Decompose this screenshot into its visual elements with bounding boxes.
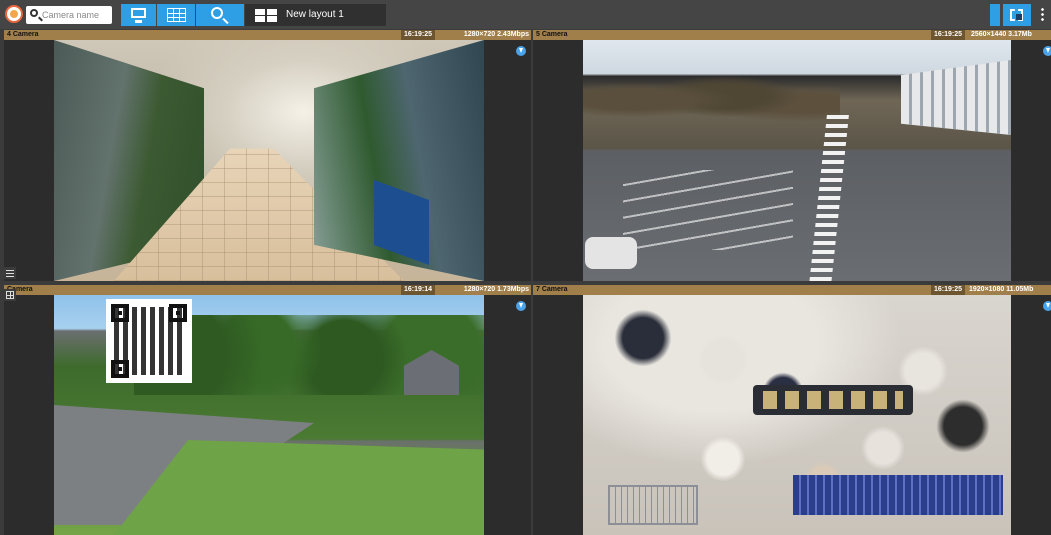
camera-tile-header: 5 Camera 16:19:25 2560×1440 3.17Mb bbox=[533, 30, 1051, 40]
camera-tile[interactable]: Camera 16:19:14 1280×720 1.73Mbps bbox=[4, 285, 531, 535]
qr-code-overlay bbox=[106, 299, 192, 383]
qr-finder bbox=[111, 304, 129, 322]
camera-video-feed[interactable] bbox=[54, 40, 484, 281]
video-content bbox=[583, 65, 840, 135]
search-archive-button[interactable] bbox=[196, 4, 244, 26]
zoom-search-icon bbox=[211, 7, 223, 19]
layout-tab-label: New layout 1 bbox=[286, 9, 344, 20]
camera-grid-button[interactable] bbox=[157, 4, 195, 26]
camera-time: 16:19:25 bbox=[400, 30, 435, 40]
camera-time: 16:19:25 bbox=[930, 30, 965, 40]
qr-finder bbox=[111, 360, 129, 378]
fullscreen-icon bbox=[1010, 9, 1023, 21]
camera-tile[interactable]: 7 Camera 16:19:25 1920×1080 11.05Mb bbox=[533, 285, 1051, 535]
camera-tile[interactable]: 4 Camera 16:19:25 1280×720 2.43Mbps bbox=[4, 30, 531, 281]
video-content bbox=[585, 237, 637, 269]
camera-search-input[interactable] bbox=[42, 7, 108, 22]
panel-toggle-button[interactable] bbox=[990, 4, 1000, 26]
app-logo-icon[interactable] bbox=[5, 5, 23, 23]
camera-stats: 2560×1440 3.17Mb bbox=[971, 31, 1032, 38]
camera-tile-header: Camera 16:19:14 1280×720 1.73Mbps bbox=[4, 285, 531, 295]
camera-video-feed[interactable] bbox=[54, 295, 484, 535]
fullscreen-button[interactable] bbox=[1003, 4, 1031, 26]
video-content bbox=[793, 475, 1003, 515]
camera-search-box[interactable] bbox=[26, 6, 112, 24]
camera-name: 5 Camera bbox=[536, 31, 568, 38]
qr-finder bbox=[169, 304, 187, 322]
search-icon bbox=[30, 9, 38, 17]
camera-name: 7 Camera bbox=[536, 286, 568, 293]
video-content bbox=[623, 170, 793, 250]
video-content bbox=[753, 385, 913, 415]
download-icon[interactable] bbox=[516, 301, 526, 311]
camera-time: 16:19:14 bbox=[400, 285, 435, 295]
layout-tab[interactable]: New layout 1 bbox=[245, 4, 386, 26]
camera-name: 4 Camera bbox=[7, 31, 39, 38]
video-content bbox=[608, 485, 698, 525]
monitor-icon bbox=[131, 8, 146, 23]
list-icon[interactable] bbox=[4, 267, 16, 279]
download-icon[interactable] bbox=[1043, 301, 1051, 311]
camera-stats: 1280×720 2.43Mbps bbox=[463, 31, 529, 38]
camera-tile[interactable]: 5 Camera 16:19:25 2560×1440 3.17Mb bbox=[533, 30, 1051, 281]
camera-video-feed[interactable] bbox=[583, 40, 1011, 281]
camera-stats: 1920×1080 11.05Mb bbox=[969, 286, 1034, 293]
monitor-view-button[interactable] bbox=[121, 4, 156, 26]
video-content bbox=[901, 60, 1011, 135]
camera-time: 16:19:25 bbox=[930, 285, 965, 295]
camera-video-feed[interactable] bbox=[583, 295, 1011, 535]
more-menu-icon[interactable] bbox=[1041, 7, 1044, 21]
download-icon[interactable] bbox=[1043, 46, 1051, 56]
video-content bbox=[808, 110, 850, 281]
download-icon[interactable] bbox=[516, 46, 526, 56]
camera-grid-icon bbox=[167, 8, 186, 22]
layout-grid-icon bbox=[255, 9, 277, 22]
tiles-icon[interactable] bbox=[4, 289, 16, 301]
camera-tile-header: 4 Camera 16:19:25 1280×720 2.43Mbps bbox=[4, 30, 531, 40]
camera-stats: 1280×720 1.73Mbps bbox=[463, 286, 529, 293]
top-toolbar: New layout 1 bbox=[0, 0, 1051, 29]
camera-tile-header: 7 Camera 16:19:25 1920×1080 11.05Mb bbox=[533, 285, 1051, 295]
